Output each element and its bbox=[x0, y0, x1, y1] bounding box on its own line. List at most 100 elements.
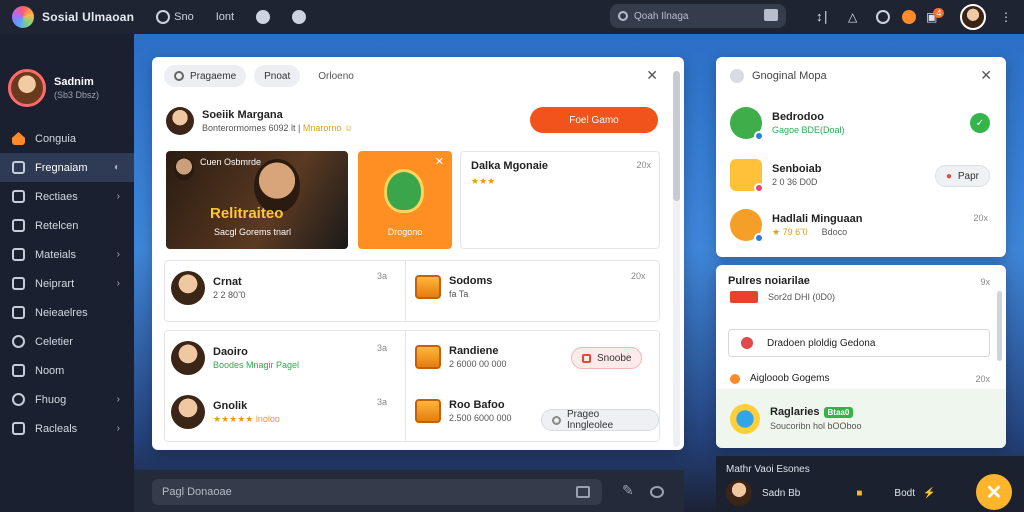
chevron-right-icon: › bbox=[116, 249, 120, 260]
avatar bbox=[726, 480, 752, 506]
sidebar-nav: Conguia Fregnaiam ◐ Rectiaes › Retelcen Ma… bbox=[0, 124, 134, 443]
featured-item[interactable]: Raglaries Btaa0 Soucoribn hol bOOboo bbox=[716, 389, 1006, 448]
post-author[interactable]: Soeiik Margana bbox=[202, 109, 353, 121]
close-icon[interactable]: ✕ bbox=[980, 67, 992, 84]
tab-orloeno[interactable]: Orloeno bbox=[308, 65, 364, 87]
game-list-item[interactable]: Hadlali Minguaan ★ 79 6̃ 0 Bdoco bbox=[730, 209, 862, 243]
message-placeholder: Pagl Donaoae bbox=[162, 486, 232, 498]
alerts-button[interactable]: ▣ 4 bbox=[926, 0, 945, 34]
sidebar-item-retelcen[interactable]: Retelcen bbox=[0, 211, 134, 240]
game-tile[interactable]: ✕ Drogono bbox=[358, 151, 452, 249]
coin-icon bbox=[730, 373, 740, 384]
emoji-icon[interactable] bbox=[650, 486, 664, 498]
topbar-search-item[interactable]: Sno bbox=[156, 10, 194, 24]
list-item[interactable]: Roo Bafoo 2.500 6000 000 bbox=[415, 399, 512, 423]
close-icon: ✕ bbox=[985, 481, 1003, 504]
timestamp: 3a bbox=[377, 343, 388, 353]
list-item-title: Gnolik bbox=[213, 399, 248, 412]
home-icon[interactable] bbox=[576, 486, 590, 498]
scrollbar[interactable] bbox=[997, 291, 1002, 361]
topbar-shield-button[interactable] bbox=[256, 10, 271, 24]
reward-field[interactable]: Dradoen ploldig Gedona bbox=[728, 329, 990, 357]
list-item[interactable]: Sodoms fa Ta bbox=[415, 275, 492, 299]
avatar bbox=[171, 341, 205, 375]
sidebar-item-mateials[interactable]: Mateials › bbox=[0, 240, 134, 269]
rating-stars: ★★★ bbox=[471, 176, 496, 186]
sidebar-item-fhuog[interactable]: Fhuog › bbox=[0, 385, 134, 414]
tab-pragaeme[interactable]: Pragaeme bbox=[164, 65, 247, 87]
tab-label: Pragaeme bbox=[190, 70, 237, 82]
sidebar-item-racleals[interactable]: Racleals › bbox=[0, 414, 134, 443]
info-tile[interactable]: Dalka Mgonaie 20x ★★★ bbox=[460, 151, 660, 249]
game-list-item[interactable]: Bedrodoo Gagoe BDE(Doal) bbox=[730, 107, 845, 141]
sidebar-item-conguia[interactable]: Conguia bbox=[0, 124, 134, 153]
sidebar-item-rectiaes[interactable]: Rectiaes › bbox=[0, 182, 134, 211]
dock-contact[interactable]: Sadn Bb ■ Bodt ⚡ bbox=[726, 480, 935, 506]
timestamp: 20x bbox=[975, 374, 990, 384]
close-icon[interactable]: ✕ bbox=[435, 155, 444, 168]
stats-button[interactable]: ↕∣ bbox=[816, 0, 829, 34]
gift-icon[interactable]: ■ bbox=[856, 488, 862, 499]
list-item[interactable]: Randiene 2 6000 00 000 bbox=[415, 345, 507, 369]
people-icon bbox=[12, 219, 25, 232]
camera-icon[interactable] bbox=[764, 9, 778, 21]
avatar bbox=[171, 271, 205, 305]
search-icon bbox=[12, 393, 25, 406]
avatar bbox=[171, 395, 205, 429]
sidebar-profile[interactable]: Sadnim (Sb3 Dbsz) bbox=[0, 34, 134, 114]
sidebar-item-label: Celetier bbox=[35, 335, 73, 348]
game-list-item[interactable]: Senboiab 2 0 36 D0D bbox=[730, 159, 822, 193]
reward-line-text: Sor2d DHI (0D0) bbox=[768, 292, 836, 302]
topbar-item-iont[interactable]: Iont bbox=[216, 11, 234, 23]
home-icon bbox=[12, 132, 25, 145]
topbar-clock-button[interactable] bbox=[292, 10, 307, 24]
papr-button[interactable]: ● Papr bbox=[934, 165, 990, 187]
tab-label: Orloeno bbox=[318, 70, 354, 82]
kebab-menu-icon: ⋮ bbox=[1000, 10, 1012, 24]
scrollbar[interactable] bbox=[673, 71, 680, 447]
tab-pnoat[interactable]: Pnoat bbox=[254, 65, 301, 87]
video-thumbnail[interactable]: Cuen Osbmrde Relitraiteo Sacgl Gorems tn… bbox=[166, 151, 348, 249]
list-item[interactable]: Gnolik ★★★★★ lnoloo bbox=[171, 395, 280, 429]
sidebar-item-label: Conguia bbox=[35, 132, 76, 145]
settings-button[interactable] bbox=[876, 0, 890, 34]
avatar[interactable] bbox=[166, 107, 194, 135]
bell-button[interactable]: △ bbox=[848, 0, 857, 34]
button-label: Prageo Inngleolee bbox=[566, 409, 614, 431]
notifications-button[interactable] bbox=[902, 0, 916, 34]
feed-card: Pragaeme Pnoat Orloeno ✕ Soeiik Margana … bbox=[152, 57, 684, 450]
close-chat-button[interactable]: ✕ bbox=[976, 474, 1012, 510]
sidebar-item-neiprart[interactable]: Neiprart › bbox=[0, 269, 134, 298]
message-input[interactable]: Pagl Donaoae bbox=[152, 479, 602, 505]
sidebar-item-neieaelres[interactable]: Neieaelres bbox=[0, 298, 134, 327]
timestamp: 20x bbox=[631, 271, 646, 281]
activity-grid-2: Daoiro Boodes Mnagir Pagel 3a Randiene 2… bbox=[164, 330, 660, 442]
featured-title-row: Raglaries Btaa0 bbox=[770, 406, 862, 418]
user-avatar-button[interactable] bbox=[960, 0, 986, 34]
lightning-icon: ⚡ bbox=[923, 487, 936, 499]
dock-extra: Bodt bbox=[894, 487, 915, 499]
prageo-button[interactable]: Prageo Inngleolee bbox=[541, 409, 659, 431]
more-menu-button[interactable]: ⋮ bbox=[1000, 0, 1012, 34]
sidebar-item-label: Racleals bbox=[35, 422, 78, 435]
status-dot bbox=[754, 131, 764, 141]
list-item-title: Roo Bafoo bbox=[449, 399, 505, 411]
list-item[interactable]: Crnat 2 2 80̃ 0 bbox=[171, 271, 246, 305]
snoobe-button[interactable]: Snoobe bbox=[571, 347, 643, 369]
sidebar-item-label: Retelcen bbox=[35, 219, 79, 232]
list-item[interactable]: Daoiro Boodes Mnagir Pagel bbox=[171, 341, 299, 375]
close-icon[interactable]: ✕ bbox=[646, 67, 658, 84]
sidebar-item-fregnaiam[interactable]: Fregnaiam ◐ bbox=[0, 153, 134, 182]
toggle-icon: ◐ bbox=[113, 162, 120, 173]
search-input[interactable]: Qoah Ilnaga bbox=[610, 4, 786, 28]
play-game-button[interactable]: Foel Gamo bbox=[530, 107, 658, 133]
sidebar-item-noom[interactable]: Noom bbox=[0, 356, 134, 385]
treasure-chest-icon bbox=[415, 399, 441, 423]
game-subtitle: Gagoe BDE(Doal) bbox=[772, 125, 845, 135]
scroll-thumb[interactable] bbox=[673, 71, 680, 201]
sidebar-item-celetier[interactable]: Celetier bbox=[0, 327, 134, 356]
app-title: Sosial Ulmaoan bbox=[42, 10, 135, 24]
app-logo-icon[interactable] bbox=[12, 6, 34, 28]
pencil-icon[interactable]: ✎ bbox=[622, 482, 634, 499]
check-icon[interactable]: ✓ bbox=[970, 113, 990, 133]
